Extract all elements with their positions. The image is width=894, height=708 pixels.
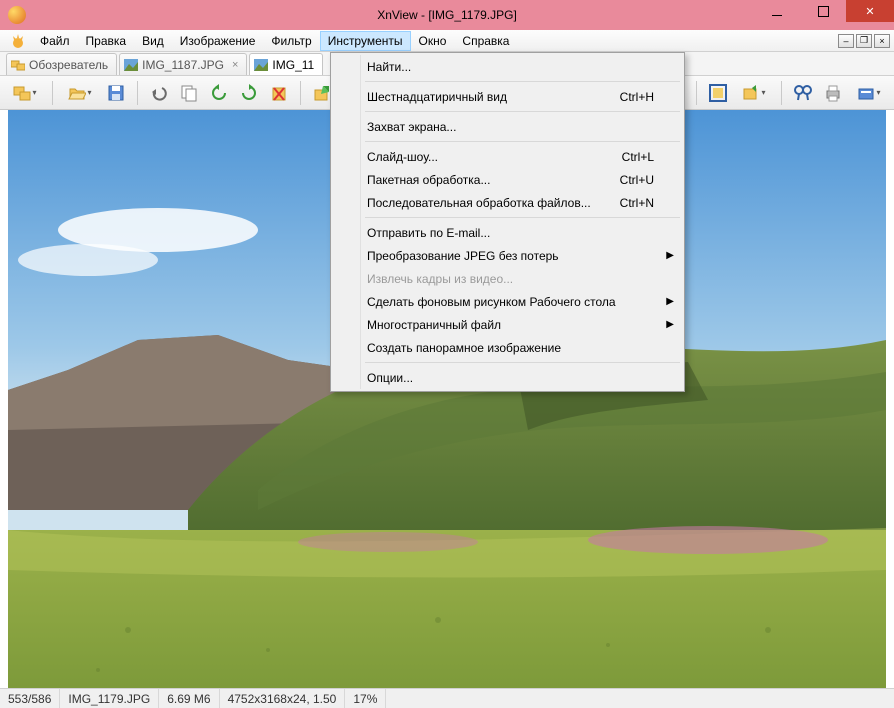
dropdown-item-label: Многостраничный файл xyxy=(367,318,501,332)
dropdown-item[interactable]: Преобразование JPEG без потерь ▶ xyxy=(333,244,682,267)
submenu-arrow-icon: ▶ xyxy=(666,296,674,307)
submenu-arrow-icon: ▶ xyxy=(666,250,674,261)
dropdown-item-label: Слайд-шоу... xyxy=(367,150,438,164)
scan-button[interactable]: ▾ xyxy=(850,80,888,106)
rotate-right-button[interactable] xyxy=(236,80,262,106)
dropdown-separator xyxy=(365,111,680,112)
menu-view[interactable]: Вид xyxy=(134,31,172,51)
dropdown-item-label: Создать панорамное изображение xyxy=(367,341,561,355)
status-index: 553/586 xyxy=(0,689,60,708)
rotate-left-button[interactable] xyxy=(206,80,232,106)
mdi-minimize-button[interactable]: – xyxy=(838,34,854,48)
dropdown-item[interactable]: Шестнадцатиричный вид Ctrl+H xyxy=(333,85,682,108)
tab-label: IMG_11 xyxy=(272,58,314,72)
open-button[interactable]: ▾ xyxy=(61,80,99,106)
dropdown-shortcut: Ctrl+H xyxy=(620,90,654,104)
maximize-button[interactable] xyxy=(800,0,846,22)
menu-edit[interactable]: Правка xyxy=(78,31,135,51)
dropdown-item[interactable]: Пакетная обработка... Ctrl+U xyxy=(333,168,682,191)
browser-button[interactable]: ▾ xyxy=(6,80,44,106)
slideshow-button[interactable]: ▾ xyxy=(735,80,773,106)
window-title: XnView - [IMG_1179.JPG] xyxy=(377,8,517,22)
dropdown-item-label: Преобразование JPEG без потерь xyxy=(367,249,559,263)
tab-label: IMG_1187.JPG xyxy=(142,58,224,72)
submenu-arrow-icon: ▶ xyxy=(666,319,674,330)
status-dimensions: 4752x3168x24, 1.50 xyxy=(220,689,346,708)
dropdown-separator xyxy=(365,362,680,363)
app-icon xyxy=(8,6,26,24)
mdi-restore-button[interactable]: ❐ xyxy=(856,34,872,48)
menu-filter[interactable]: Фильтр xyxy=(263,31,319,51)
dropdown-item-label: Опции... xyxy=(367,371,413,385)
statusbar: 553/586 IMG_1179.JPG 6.69 М6 4752x3168x2… xyxy=(0,688,894,708)
image-thumb-icon xyxy=(254,59,268,71)
tab-browser[interactable]: Обозреватель xyxy=(6,53,117,75)
copy-button[interactable] xyxy=(176,80,202,106)
dropdown-shortcut: Ctrl+N xyxy=(620,196,654,210)
dropdown-item-label: Шестнадцатиричный вид xyxy=(367,90,507,104)
dropdown-item[interactable]: Захват экрана... xyxy=(333,115,682,138)
dropdown-item-label: Захват экрана... xyxy=(367,120,456,134)
tools-dropdown: Найти... Шестнадцатиричный вид Ctrl+H Захва… xyxy=(330,52,685,392)
dropdown-item[interactable]: Последовательная обработка файлов... Ctrl… xyxy=(333,191,682,214)
delete-button[interactable] xyxy=(266,80,292,106)
dropdown-separator xyxy=(365,217,680,218)
mdi-close-button[interactable]: × xyxy=(874,34,890,48)
menubar: Файл Правка Вид Изображение Фильтр Инстр… xyxy=(0,30,894,52)
dropdown-item[interactable]: Найти... xyxy=(333,55,682,78)
app-menubar-icon xyxy=(10,33,26,49)
dropdown-item[interactable]: Опции... xyxy=(333,366,682,389)
dropdown-item-label: Сделать фоновым рисунком Рабочего стола xyxy=(367,295,616,309)
dropdown-item-label: Отправить по E-mail... xyxy=(367,226,490,240)
menu-help[interactable]: Справка xyxy=(454,31,517,51)
window-controls xyxy=(754,0,894,22)
save-button[interactable] xyxy=(103,80,129,106)
tab-image-2[interactable]: IMG_11 xyxy=(249,53,323,75)
dropdown-item-label: Пакетная обработка... xyxy=(367,173,490,187)
dropdown-shortcut: Ctrl+U xyxy=(620,173,654,187)
titlebar: XnView - [IMG_1179.JPG] xyxy=(0,0,894,30)
dropdown-separator xyxy=(365,81,680,82)
dropdown-separator xyxy=(365,141,680,142)
dropdown-item[interactable]: Создать панорамное изображение xyxy=(333,336,682,359)
tab-label: Обозреватель xyxy=(29,58,108,72)
find-button[interactable] xyxy=(790,80,816,106)
status-filesize: 6.69 М6 xyxy=(159,689,219,708)
menu-image[interactable]: Изображение xyxy=(172,31,264,51)
dropdown-item-label: Последовательная обработка файлов... xyxy=(367,196,591,210)
dropdown-shortcut: Ctrl+L xyxy=(622,150,654,164)
dropdown-item[interactable]: Слайд-шоу... Ctrl+L xyxy=(333,145,682,168)
status-filename: IMG_1179.JPG xyxy=(60,689,159,708)
undo-button[interactable] xyxy=(146,80,172,106)
dropdown-item[interactable]: Многостраничный файл ▶ xyxy=(333,313,682,336)
folder-tree-icon xyxy=(11,59,25,71)
tab-image-1[interactable]: IMG_1187.JPG × xyxy=(119,53,247,75)
fullscreen-button[interactable] xyxy=(705,80,731,106)
menu-window[interactable]: Окно xyxy=(411,31,455,51)
menu-file[interactable]: Файл xyxy=(32,31,78,51)
print-button[interactable] xyxy=(820,80,846,106)
tab-close-icon[interactable]: × xyxy=(232,59,238,71)
image-thumb-icon xyxy=(124,59,138,71)
minimize-button[interactable] xyxy=(754,0,800,22)
status-zoom: 17% xyxy=(345,689,386,708)
menu-tools[interactable]: Инструменты xyxy=(320,31,411,51)
dropdown-item-label: Найти... xyxy=(367,60,411,74)
dropdown-item[interactable]: Сделать фоновым рисунком Рабочего стола ▶ xyxy=(333,290,682,313)
close-button[interactable] xyxy=(846,0,894,22)
dropdown-item[interactable]: Отправить по E-mail... xyxy=(333,221,682,244)
dropdown-item-label: Извлечь кадры из видео... xyxy=(367,272,513,286)
dropdown-item: Извлечь кадры из видео... xyxy=(333,267,682,290)
